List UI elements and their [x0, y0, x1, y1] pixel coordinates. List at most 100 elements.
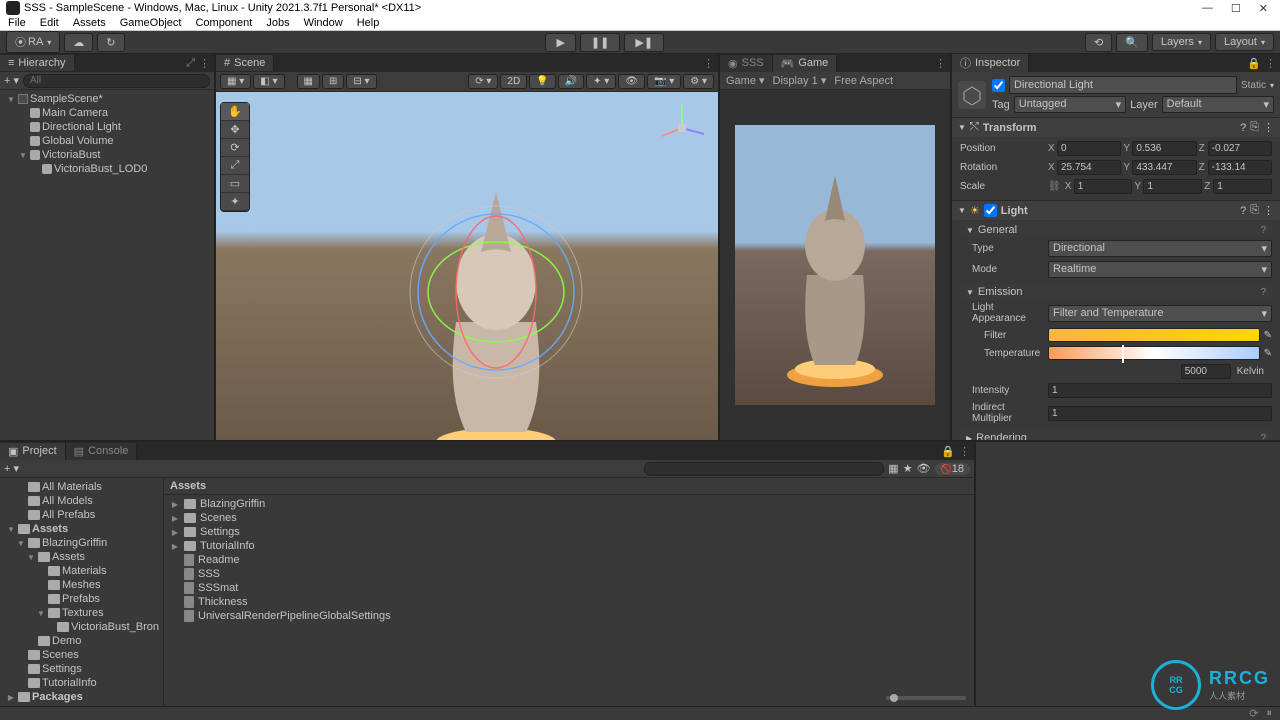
project-item[interactable]: Readme	[164, 553, 974, 567]
snap-increment[interactable]: ⊟ ▾	[346, 74, 376, 89]
hierarchy-item[interactable]: VictoriaBust_LOD0	[0, 162, 214, 176]
tab-game[interactable]: 🎮 Game	[773, 55, 838, 72]
tab-scene[interactable]: # Scene	[216, 55, 274, 71]
light-enabled-checkbox[interactable]	[984, 204, 997, 217]
project-item[interactable]: ▶Settings	[164, 525, 974, 539]
snap-toggle[interactable]: ⊞	[322, 74, 344, 89]
project-tree-item[interactable]: Meshes	[0, 578, 163, 592]
scale-x-input[interactable]	[1074, 179, 1133, 194]
menu-assets[interactable]: Assets	[73, 17, 106, 29]
preset-icon[interactable]: ⎘	[1250, 204, 1259, 217]
project-tree-item[interactable]: ▼Assets	[0, 550, 163, 564]
eyedropper-icon[interactable]: ✎	[1264, 348, 1272, 359]
rotate-tool[interactable]: ⟳	[221, 139, 249, 157]
rotation-z-input[interactable]	[1208, 160, 1272, 175]
orientation-gizmo[interactable]	[652, 98, 712, 158]
camera-dropdown[interactable]: 📷 ▾	[647, 74, 681, 89]
lock-icon[interactable]: 🔒	[941, 445, 955, 458]
favorite-icon[interactable]: ★	[903, 462, 913, 475]
panel-menu-icon[interactable]: ⋮	[199, 57, 210, 70]
help-icon[interactable]: ?	[1260, 225, 1266, 236]
project-item[interactable]: ▶BlazingGriffin	[164, 497, 974, 511]
minimize-icon[interactable]: —	[1202, 2, 1213, 15]
step-button[interactable]: ▶❚	[624, 33, 664, 52]
component-menu-icon[interactable]: ⋮	[1263, 204, 1274, 217]
help-icon[interactable]: ?	[1260, 433, 1266, 441]
panel-menu-icon[interactable]: ⋮	[1265, 57, 1276, 70]
project-item[interactable]: ▶Scenes	[164, 511, 974, 525]
project-tree-item[interactable]: ▼Assets	[0, 522, 163, 536]
scale-link-icon[interactable]: ⛓	[1048, 181, 1061, 192]
refresh-icon[interactable]: ⟳ ▾	[468, 74, 498, 89]
help-icon[interactable]: ?	[1260, 287, 1266, 298]
project-breadcrumb[interactable]: Assets	[164, 478, 974, 495]
menu-component[interactable]: Component	[195, 17, 252, 29]
panel-menu-icon[interactable]: ⋮	[959, 445, 970, 458]
gizmos-dropdown[interactable]: ⚙ ▾	[683, 74, 714, 89]
layout-dropdown[interactable]: Layout▾	[1215, 33, 1274, 51]
lighting-toggle[interactable]: 💡	[529, 74, 555, 89]
panel-menu-icon[interactable]: ⋮	[935, 57, 946, 70]
hierarchy-item[interactable]: Main Camera	[0, 106, 214, 120]
pause-button[interactable]: ❚❚	[580, 33, 620, 52]
shading-mode-dropdown[interactable]: ▦ ▾	[220, 74, 251, 89]
undo-history-button[interactable]: ⟲	[1085, 33, 1112, 52]
position-y-input[interactable]	[1132, 141, 1196, 156]
tab-inspector[interactable]: ⓘ Inspector	[952, 54, 1029, 73]
scale-tool[interactable]: ⤢	[221, 157, 249, 175]
filter-icon[interactable]: ▦	[888, 462, 898, 475]
project-tree-item[interactable]: Settings	[0, 662, 163, 676]
project-tree-item[interactable]: Prefabs	[0, 592, 163, 606]
menu-help[interactable]: Help	[357, 17, 380, 29]
foldout-arrow-icon[interactable]: ▼	[958, 206, 966, 215]
active-checkbox[interactable]	[992, 79, 1005, 92]
menu-gameobject[interactable]: GameObject	[120, 17, 182, 29]
create-dropdown[interactable]: + ▾	[4, 74, 19, 87]
scale-z-input[interactable]	[1213, 179, 1272, 194]
project-tree-item[interactable]: Scenes	[0, 648, 163, 662]
project-tree-item[interactable]: ▼Textures	[0, 606, 163, 620]
display-dropdown[interactable]: Display 1 ▾	[773, 74, 827, 87]
rotation-y-input[interactable]	[1132, 160, 1196, 175]
static-dropdown[interactable]: ▾	[1270, 81, 1274, 90]
close-icon[interactable]: ✕	[1259, 2, 1268, 15]
maximize-icon[interactable]: ☐	[1231, 2, 1241, 15]
tab-hierarchy[interactable]: ≡ Hierarchy	[0, 55, 75, 71]
lock-icon[interactable]: 🔒	[1247, 57, 1261, 70]
project-item[interactable]: SSSmat	[164, 581, 974, 595]
menu-jobs[interactable]: Jobs	[266, 17, 289, 29]
project-item[interactable]: ▶TutorialInfo	[164, 539, 974, 553]
tab-console[interactable]: ▤ Console	[66, 443, 138, 460]
play-button[interactable]: ▶	[545, 33, 575, 52]
temperature-slider[interactable]	[1048, 346, 1260, 360]
light-mode-dropdown[interactable]: Realtime▾	[1048, 261, 1272, 278]
project-tree-item[interactable]: ▶Packages	[0, 690, 163, 704]
hierarchy-item[interactable]: ▼SampleScene*	[0, 92, 214, 106]
scale-y-input[interactable]	[1143, 179, 1202, 194]
project-item[interactable]: UniversalRenderPipelineGlobalSettings	[164, 609, 974, 623]
search-button[interactable]: 🔍	[1116, 33, 1148, 52]
transform-tool[interactable]: ✦	[221, 193, 249, 211]
hierarchy-item[interactable]: Directional Light	[0, 120, 214, 134]
2d-toggle[interactable]: 2D	[500, 74, 527, 89]
project-tree-item[interactable]: All Models	[0, 494, 163, 508]
hierarchy-search-input[interactable]	[23, 74, 210, 88]
tab-sss[interactable]: ◉ SSS	[720, 55, 773, 72]
cloud-button[interactable]: ☁	[64, 33, 93, 52]
preset-icon[interactable]: ⎘	[1250, 121, 1259, 134]
layers-dropdown[interactable]: Layers▾	[1152, 33, 1211, 51]
draw-mode-dropdown[interactable]: ◧ ▾	[253, 74, 284, 89]
kelvin-input[interactable]	[1181, 364, 1231, 379]
project-tree-item[interactable]: TutorialInfo	[0, 676, 163, 690]
component-menu-icon[interactable]: ⋮	[1263, 121, 1274, 134]
rotation-x-input[interactable]	[1057, 160, 1121, 175]
game-dropdown[interactable]: Game ▾	[726, 74, 765, 87]
account-button[interactable]: ⦿ RA▾	[6, 31, 60, 53]
menu-edit[interactable]: Edit	[40, 17, 59, 29]
create-dropdown[interactable]: + ▾	[4, 462, 19, 475]
move-tool[interactable]: ✥	[221, 121, 249, 139]
project-tree-item[interactable]: All Prefabs	[0, 508, 163, 522]
hierarchy-item[interactable]: ▼VictoriaBust	[0, 148, 214, 162]
position-x-input[interactable]	[1057, 141, 1121, 156]
grid-toggle[interactable]: ▦	[297, 74, 320, 89]
